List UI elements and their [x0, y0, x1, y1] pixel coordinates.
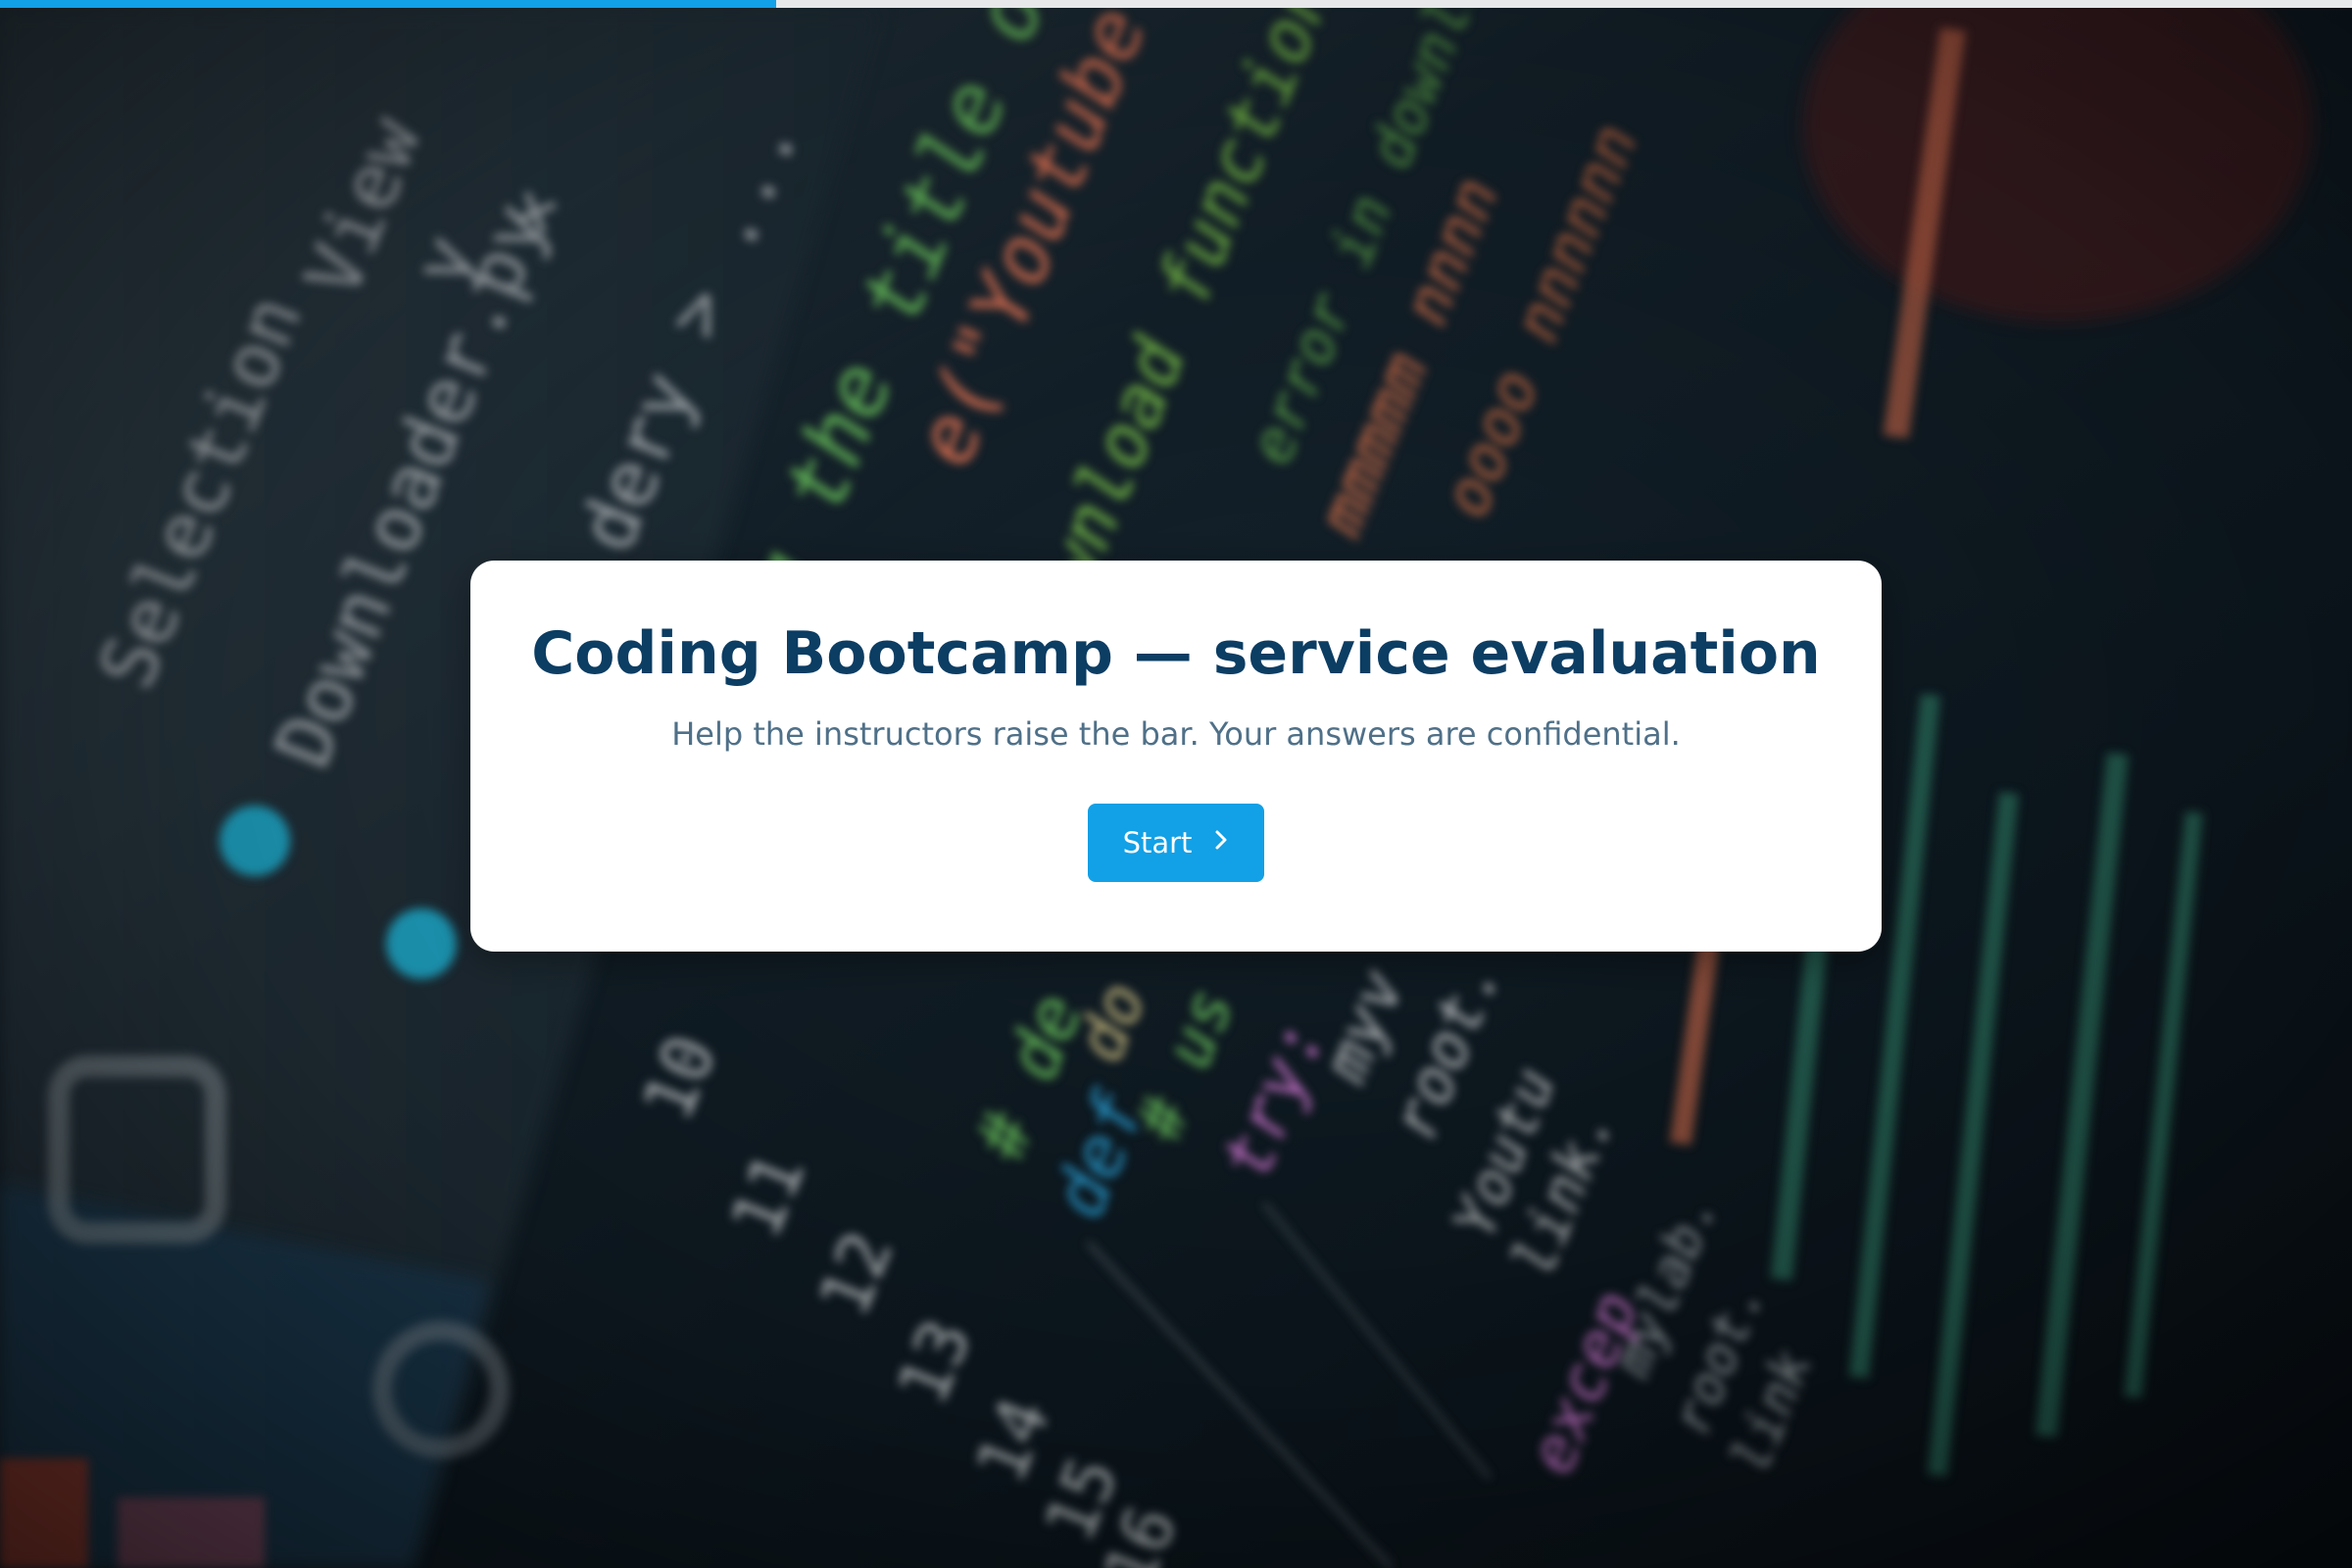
welcome-card: Coding Bootcamp — service evaluation Hel…	[470, 561, 1882, 952]
survey-title: Coding Bootcamp — service evaluation	[531, 619, 1821, 688]
progress-bar-fill	[0, 0, 776, 8]
start-button[interactable]: Start	[1088, 804, 1264, 882]
chevron-right-icon	[1213, 828, 1229, 858]
survey-subtitle: Help the instructors raise the bar. Your…	[671, 715, 1681, 753]
survey-welcome-screen: ng the title of e("Youtube video wnload …	[0, 0, 2352, 1568]
progress-bar	[0, 0, 2352, 8]
start-button-label: Start	[1122, 826, 1193, 859]
